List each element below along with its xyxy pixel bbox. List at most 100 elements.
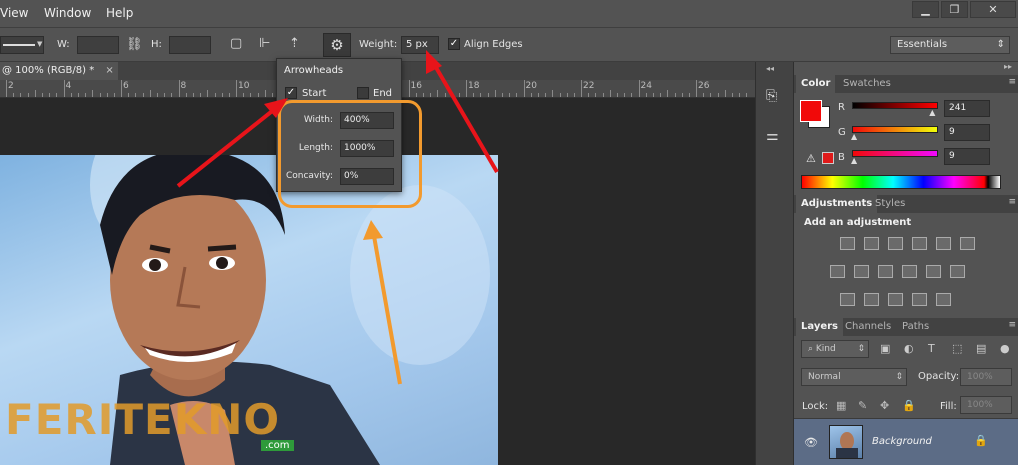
foreground-swatch[interactable] [800,100,822,122]
layer-row-background[interactable]: 👁 Background 🔒 [794,418,1018,465]
adjustment-icon[interactable] [912,237,927,250]
ruler-tick-label: 2 [8,81,14,91]
panel-menu-icon[interactable]: ≡ [1008,320,1016,330]
expand-icon[interactable]: ▸▸ [1004,62,1012,71]
tab-color[interactable]: Color [796,75,836,93]
menu-window[interactable]: Window [44,6,91,20]
adjustment-icon[interactable] [936,237,951,250]
g-slider-thumb[interactable]: ▲ [851,132,857,141]
tab-paths[interactable]: Paths [897,318,934,336]
b-slider[interactable] [852,150,938,157]
ruler-tick [135,93,137,97]
menu-view[interactable]: View [0,6,28,20]
layer-filter-dropdown[interactable]: ⌕ Kind ⇕ [801,340,869,358]
path-operations-icon[interactable]: ▢ [230,36,242,52]
opacity-field[interactable]: 100% [960,368,1012,386]
panel-menu-icon[interactable]: ≡ [1008,197,1016,207]
filter-shape-icon[interactable]: ⬚ [952,342,962,355]
gamut-warning-icon[interactable]: ⚠ [806,152,816,165]
path-alignment-icon[interactable]: ⊩ [259,36,270,52]
adjustment-icon[interactable] [912,293,927,306]
tab-channels[interactable]: Channels [840,318,896,336]
history-icon[interactable]: ⎘ [766,88,777,104]
right-panels: ▸▸ Color Swatches ≡ ⚠ R ▲ 241 G ▲ 9 B ▲ … [793,62,1018,465]
filter-smart-icon[interactable]: ▤ [976,342,986,355]
menu-help[interactable]: Help [106,6,133,20]
filter-adjustment-icon[interactable]: ◐ [904,342,914,355]
adjustment-icon[interactable] [888,293,903,306]
adjustment-icon[interactable] [888,237,903,250]
b-slider-thumb[interactable]: ▲ [851,156,857,165]
gamut-swatch[interactable] [822,152,834,164]
filter-pixel-icon[interactable]: ▣ [880,342,890,355]
adjustment-icon[interactable] [864,293,879,306]
tab-swatches[interactable]: Swatches [838,75,896,93]
lock-pixels-icon[interactable]: ✎ [858,399,867,412]
ruler-tick [92,90,94,97]
stroke-type-dropdown[interactable]: ▼ [0,36,44,54]
path-arrangement-icon[interactable]: ⇡ [289,36,300,52]
fill-field[interactable]: 100% [960,396,1012,414]
ruler-tick [494,90,496,97]
r-slider-thumb[interactable]: ▲ [929,108,935,117]
b-value-field[interactable]: 9 [944,148,990,165]
adjustment-icon[interactable] [926,265,941,278]
blend-mode-dropdown[interactable]: Normal ⇕ [801,368,907,386]
ruler-tick [732,93,733,97]
color-spectrum-bar[interactable] [801,175,1001,189]
lock-all-icon[interactable]: 🔒 [902,399,916,412]
minimize-button[interactable]: ▁ [912,1,939,18]
adjustment-icon[interactable] [936,293,951,306]
ruler-tick [149,90,151,97]
ruler-tick [415,93,417,97]
r-value-field[interactable]: 241 [944,100,990,117]
height-field[interactable] [169,36,211,54]
document-tab[interactable]: @ 100% (RGB/8) * × [0,62,118,80]
workspace-dropdown[interactable]: Essentials ⇕ [890,36,1010,54]
start-label: Start [302,88,327,99]
filter-toggle-icon[interactable]: ● [1000,342,1010,355]
lock-position-icon[interactable]: ✥ [880,399,889,412]
lock-transparent-icon[interactable]: ▦ [836,399,846,412]
gear-icon[interactable]: ⚙ [323,33,351,57]
adjustment-icon[interactable] [830,265,845,278]
fill-label: Fill: [940,401,957,412]
ruler-tick [458,93,460,97]
adjustment-icon[interactable] [840,293,855,306]
tab-styles[interactable]: Styles [870,195,910,213]
ruler-tick-label: 20 [525,81,537,91]
close-window-button[interactable]: ✕ [970,1,1016,18]
chevron-updown-icon: ⇕ [857,344,865,354]
ruler-tick [243,93,245,97]
adjustment-icon[interactable] [840,237,855,250]
adjustment-icon[interactable] [854,265,869,278]
start-checkbox[interactable]: ✓ [285,87,297,99]
properties-icon[interactable]: ⚌ [766,128,779,144]
end-checkbox[interactable] [357,87,369,99]
link-icon[interactable]: ⛓ [126,37,143,53]
align-edges-checkbox[interactable]: ✓ [448,38,460,50]
close-icon[interactable]: × [105,65,113,76]
adjustment-icon[interactable] [878,265,893,278]
filter-type-icon[interactable]: T [928,342,935,355]
adjustment-icon[interactable] [902,265,917,278]
adjustment-icon[interactable] [864,237,879,250]
g-slider[interactable] [852,126,938,133]
weight-field[interactable]: 5 px [401,36,439,54]
ruler-tick [530,93,532,97]
r-slider[interactable] [852,102,938,109]
tab-layers[interactable]: Layers [796,318,843,336]
ruler-tick [221,93,223,97]
adjustment-icon[interactable] [950,265,965,278]
eye-icon[interactable]: 👁 [804,436,818,449]
ruler-tick-label: 6 [123,81,129,91]
tab-adjustments[interactable]: Adjustments [796,195,878,213]
width-field[interactable] [77,36,119,54]
menu-bar: View Window Help ▁ ❐ ✕ [0,0,1018,28]
ruler-tick-label: 16 [410,81,422,91]
g-value-field[interactable]: 9 [944,124,990,141]
adjustment-icon[interactable] [960,237,975,250]
panel-menu-icon[interactable]: ≡ [1008,77,1016,87]
collapse-icon[interactable]: ◂◂ [766,64,774,73]
restore-button[interactable]: ❐ [941,1,968,18]
